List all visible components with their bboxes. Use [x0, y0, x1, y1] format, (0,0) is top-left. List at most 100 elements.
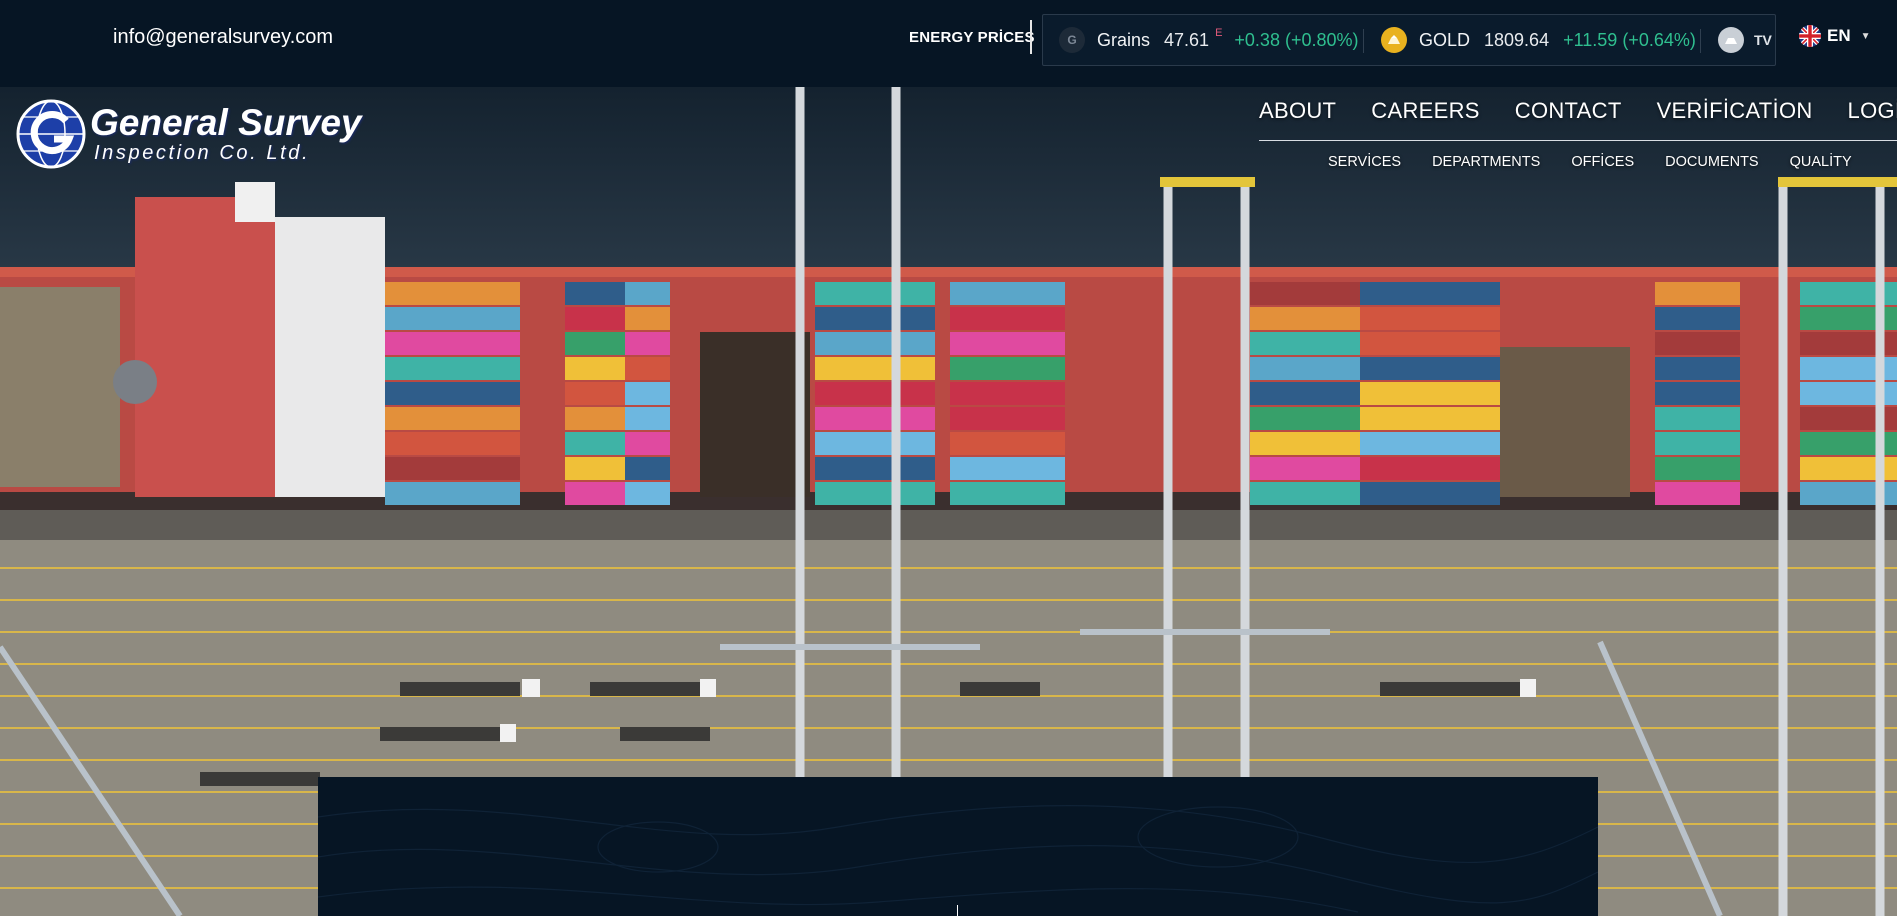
container-block — [1360, 307, 1500, 330]
container-block — [815, 407, 935, 430]
container-block — [1250, 382, 1360, 405]
brand-subtitle: Inspection Co. Ltd. — [94, 142, 311, 164]
container-block — [1655, 357, 1740, 380]
ticker-change: +11.59 (+0.64%) — [1563, 29, 1696, 50]
nav-careers[interactable]: CAREERS — [1371, 98, 1479, 124]
container-block — [385, 432, 520, 455]
container-block — [1250, 332, 1360, 355]
subnav-documents[interactable]: DOCUMENTS — [1665, 154, 1758, 170]
top-bar: info@generalsurvey.com ENERGY PRİCES G G… — [0, 0, 1897, 87]
container-block — [950, 407, 1065, 430]
container-block — [1250, 357, 1360, 380]
ticker-separator — [1700, 29, 1701, 53]
container-block — [1250, 432, 1360, 455]
ticker-name: GOLD — [1419, 29, 1471, 50]
subnav-offices[interactable]: OFFİCES — [1571, 154, 1634, 170]
container-block — [950, 332, 1065, 355]
topographic-pattern — [318, 805, 1598, 913]
ticker-name: Grains — [1097, 29, 1151, 50]
container-block — [1655, 382, 1740, 405]
nav-divider — [1259, 140, 1897, 141]
ticker-exchange-marker: E — [1215, 27, 1223, 39]
container-block — [815, 332, 935, 355]
container-block — [1250, 407, 1360, 430]
container-block — [1360, 407, 1500, 430]
chevron-down-icon: ▼ — [1860, 30, 1871, 42]
container-block — [1250, 307, 1360, 330]
nav-about[interactable]: ABOUT — [1259, 98, 1336, 124]
container-block — [625, 457, 670, 480]
container-block — [1250, 482, 1360, 505]
text-cursor — [957, 905, 958, 916]
container-block — [950, 482, 1065, 505]
subnav-departments[interactable]: DEPARTMENTS — [1432, 154, 1540, 170]
container-block — [815, 382, 935, 405]
subnav-quality[interactable]: QUALİTY — [1790, 154, 1852, 170]
container-block — [815, 357, 935, 380]
container-block — [815, 457, 935, 480]
grains-logo-icon: G — [1059, 27, 1085, 53]
container-block — [385, 407, 520, 430]
container-block — [625, 282, 670, 305]
tradingview-logo[interactable]: TV — [1754, 32, 1772, 48]
ticker-price: 47.61 — [1164, 29, 1210, 50]
container-block — [385, 357, 520, 380]
container-block — [950, 282, 1065, 305]
container-block — [385, 282, 520, 305]
container-block — [950, 382, 1065, 405]
divider — [1030, 20, 1032, 54]
container-block — [385, 482, 520, 505]
container-block — [1360, 282, 1500, 305]
brand-title: General Survey — [90, 102, 362, 143]
sub-nav: SERVİCES DEPARTMENTS OFFİCES DOCUMENTS Q… — [1328, 154, 1883, 170]
container-block — [385, 457, 520, 480]
container-block — [1655, 407, 1740, 430]
container-block — [815, 482, 935, 505]
container-block — [1360, 332, 1500, 355]
container-block — [1360, 357, 1500, 380]
container-block — [950, 457, 1065, 480]
price-ticker[interactable]: G Grains 47.61 E +0.38 (+0.80%) GOLD 180… — [1042, 14, 1776, 66]
container-block — [625, 407, 670, 430]
globe-logo-icon — [16, 99, 86, 169]
container-block — [625, 382, 670, 405]
gold-coin-icon — [1381, 27, 1407, 53]
ticker-item-gold[interactable]: GOLD 1809.64 +11.59 (+0.64%) — [1381, 15, 1696, 65]
container-block — [1360, 457, 1500, 480]
container-block — [385, 307, 520, 330]
main-nav: ABOUT CAREERS CONTACT VERİFİCATİON LOGİN — [1259, 98, 1897, 124]
container-block — [1360, 382, 1500, 405]
container-block — [950, 432, 1065, 455]
ticker-item-next[interactable]: TV — [1718, 15, 1772, 65]
container-block — [815, 307, 935, 330]
container-block — [625, 482, 670, 505]
container-block — [1655, 482, 1740, 505]
container-block — [1655, 282, 1740, 305]
container-block — [1250, 282, 1360, 305]
container-block — [950, 357, 1065, 380]
container-block — [385, 332, 520, 355]
container-block — [625, 357, 670, 380]
container-block — [815, 282, 935, 305]
container-block — [1360, 482, 1500, 505]
language-selector[interactable]: EN ▼ — [1799, 25, 1871, 47]
nav-verification[interactable]: VERİFİCATİON — [1657, 98, 1813, 124]
ticker-separator — [1363, 29, 1364, 53]
partial-logo-icon — [1718, 27, 1744, 53]
container-block — [1655, 457, 1740, 480]
container-block — [815, 432, 935, 455]
ticker-change: +0.38 (+0.80%) — [1234, 29, 1359, 50]
container-block — [950, 307, 1065, 330]
container-block — [1250, 457, 1360, 480]
email-link[interactable]: info@generalsurvey.com — [113, 26, 333, 49]
container-block — [1655, 432, 1740, 455]
nav-contact[interactable]: CONTACT — [1515, 98, 1622, 124]
subnav-services[interactable]: SERVİCES — [1328, 154, 1401, 170]
container-block — [625, 332, 670, 355]
company-logo[interactable]: General Survey Inspection Co. Ltd. — [16, 99, 361, 169]
container-block — [625, 432, 670, 455]
container-block — [625, 307, 670, 330]
container-block — [1655, 332, 1740, 355]
nav-login[interactable]: LOGİN — [1848, 98, 1897, 124]
ticker-item-grains[interactable]: G Grains 47.61 E +0.38 (+0.80%) — [1059, 15, 1359, 65]
